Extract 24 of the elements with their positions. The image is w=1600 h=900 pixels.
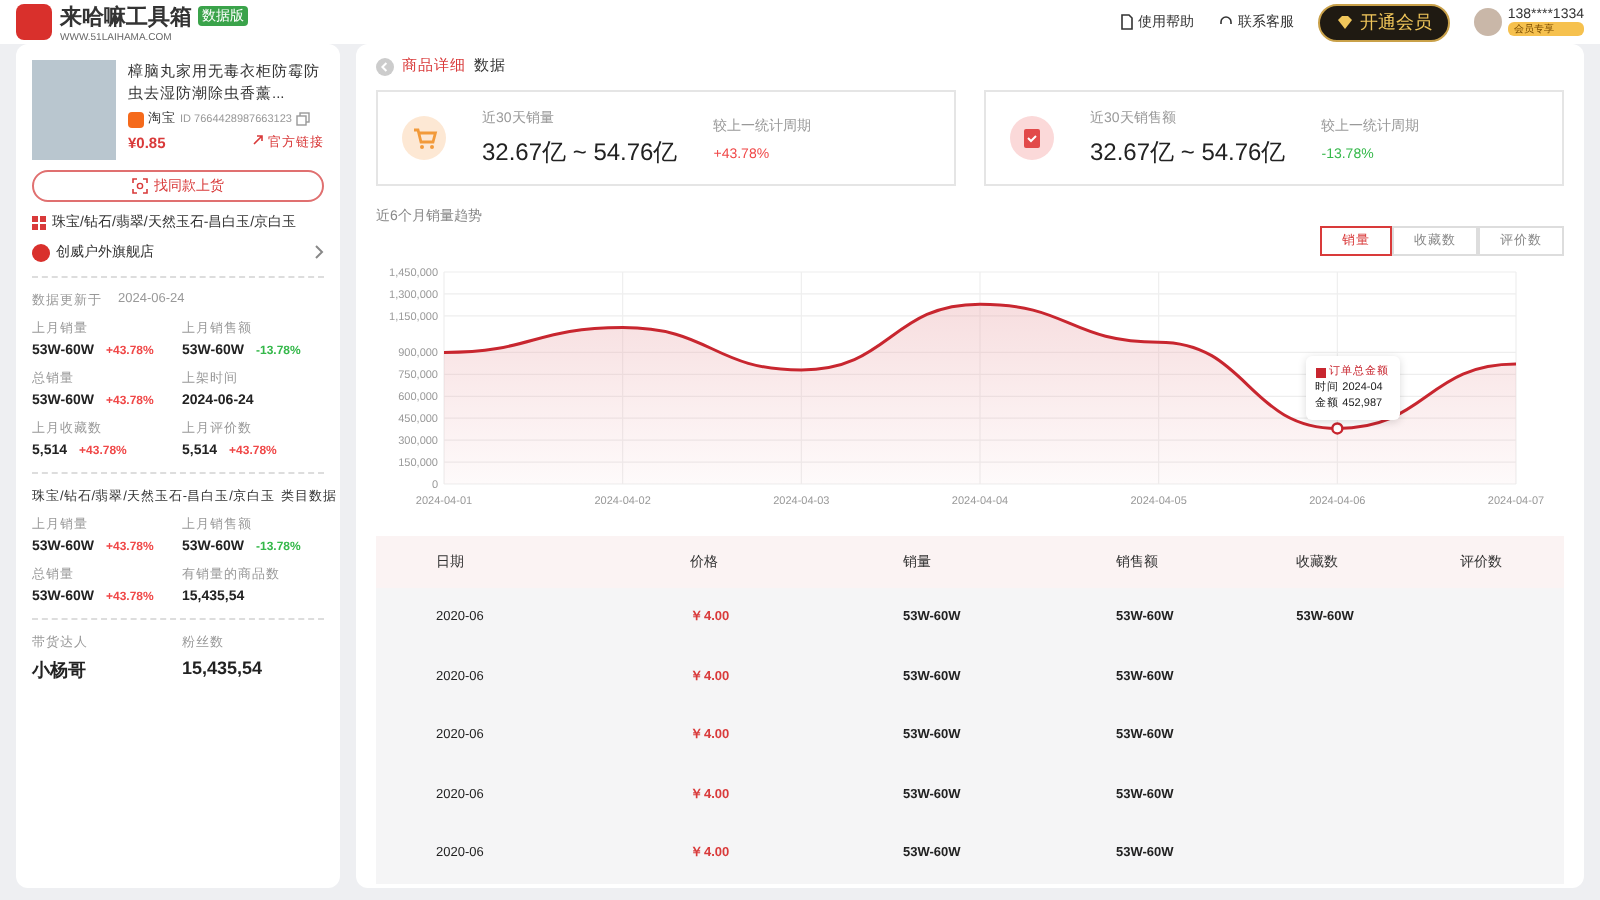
shop-platform-icon bbox=[128, 111, 144, 127]
copy-icon[interactable] bbox=[295, 112, 310, 126]
headset-icon bbox=[1217, 14, 1234, 30]
app-logo-icon bbox=[16, 4, 52, 40]
cart-icon bbox=[402, 116, 446, 160]
legend-swatch-icon bbox=[1315, 367, 1326, 378]
stat-value: 小杨哥 bbox=[32, 658, 86, 684]
avatar[interactable] bbox=[1473, 8, 1502, 36]
kpi-value: 32.67亿 ~ 54.76亿 bbox=[1090, 135, 1286, 169]
document-icon bbox=[1119, 14, 1134, 30]
scan-icon bbox=[132, 178, 148, 194]
chevron-right-icon[interactable] bbox=[314, 244, 324, 260]
diamond-icon bbox=[1335, 14, 1354, 30]
product-photo-placeholder bbox=[32, 60, 116, 160]
stat-value: 15,435,54 bbox=[182, 658, 263, 678]
kpi-value: 32.67亿 ~ 54.76亿 bbox=[482, 135, 678, 169]
shop-logo-icon bbox=[32, 243, 50, 261]
clipboard-icon bbox=[1010, 116, 1054, 160]
back-icon[interactable] bbox=[376, 57, 394, 75]
app-name: 来哈嘛工具箱 bbox=[60, 3, 192, 31]
grid-icon bbox=[32, 215, 46, 229]
highlight-point[interactable] bbox=[1331, 422, 1344, 435]
vip-button[interactable]: 开通会员 bbox=[1317, 3, 1450, 41]
link-icon bbox=[252, 134, 265, 146]
